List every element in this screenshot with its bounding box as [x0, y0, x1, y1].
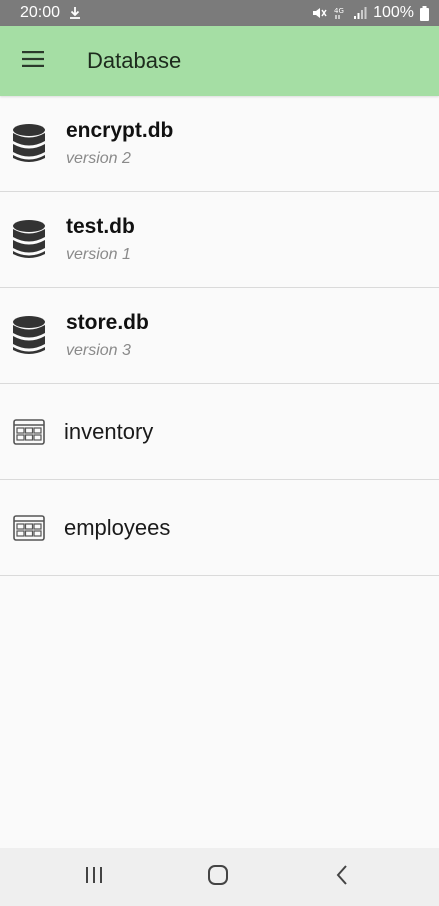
- table-name: employees: [64, 514, 171, 540]
- list-item-database[interactable]: test.db version 1: [0, 192, 439, 288]
- status-time: 20:00: [20, 4, 61, 21]
- table-icon: [0, 514, 58, 541]
- app-bar: Database: [0, 26, 439, 96]
- list-item-table[interactable]: inventory: [0, 384, 439, 480]
- status-bar: 20:00 4G 100%: [0, 0, 439, 26]
- download-icon: [68, 6, 82, 20]
- database-version: version 2: [66, 150, 131, 167]
- database-name: test.db: [66, 215, 135, 238]
- home-icon: [207, 864, 229, 891]
- database-name: encrypt.db: [66, 119, 174, 142]
- recents-icon: [84, 865, 104, 890]
- page-title: Database: [87, 48, 182, 73]
- database-icon: [0, 123, 58, 164]
- list-item-database[interactable]: encrypt.db version 2: [0, 96, 439, 192]
- table-name: inventory: [64, 418, 154, 444]
- back-button[interactable]: [302, 848, 382, 906]
- menu-button[interactable]: [0, 26, 66, 96]
- list-item-database[interactable]: store.db version 3: [0, 288, 439, 384]
- table-icon: [0, 418, 58, 445]
- database-icon: [0, 315, 58, 356]
- recents-button[interactable]: [54, 848, 134, 906]
- database-name: store.db: [66, 311, 149, 334]
- database-list: encrypt.db version 2 test.db version 1 s…: [0, 96, 439, 576]
- battery-icon: [420, 5, 429, 21]
- database-version: version 1: [66, 246, 131, 263]
- home-button[interactable]: [178, 848, 258, 906]
- database-icon: [0, 219, 58, 260]
- back-icon: [334, 864, 350, 891]
- mute-icon: [311, 6, 327, 20]
- battery-percent: 100%: [373, 4, 414, 21]
- list-item-table[interactable]: employees: [0, 480, 439, 576]
- hamburger-menu-icon: [22, 50, 44, 72]
- 4g-icon: 4G: [333, 6, 347, 20]
- navigation-bar: [0, 848, 439, 906]
- signal-icon: [353, 6, 367, 20]
- svg-text:4G: 4G: [334, 7, 344, 15]
- database-version: version 3: [66, 342, 131, 359]
